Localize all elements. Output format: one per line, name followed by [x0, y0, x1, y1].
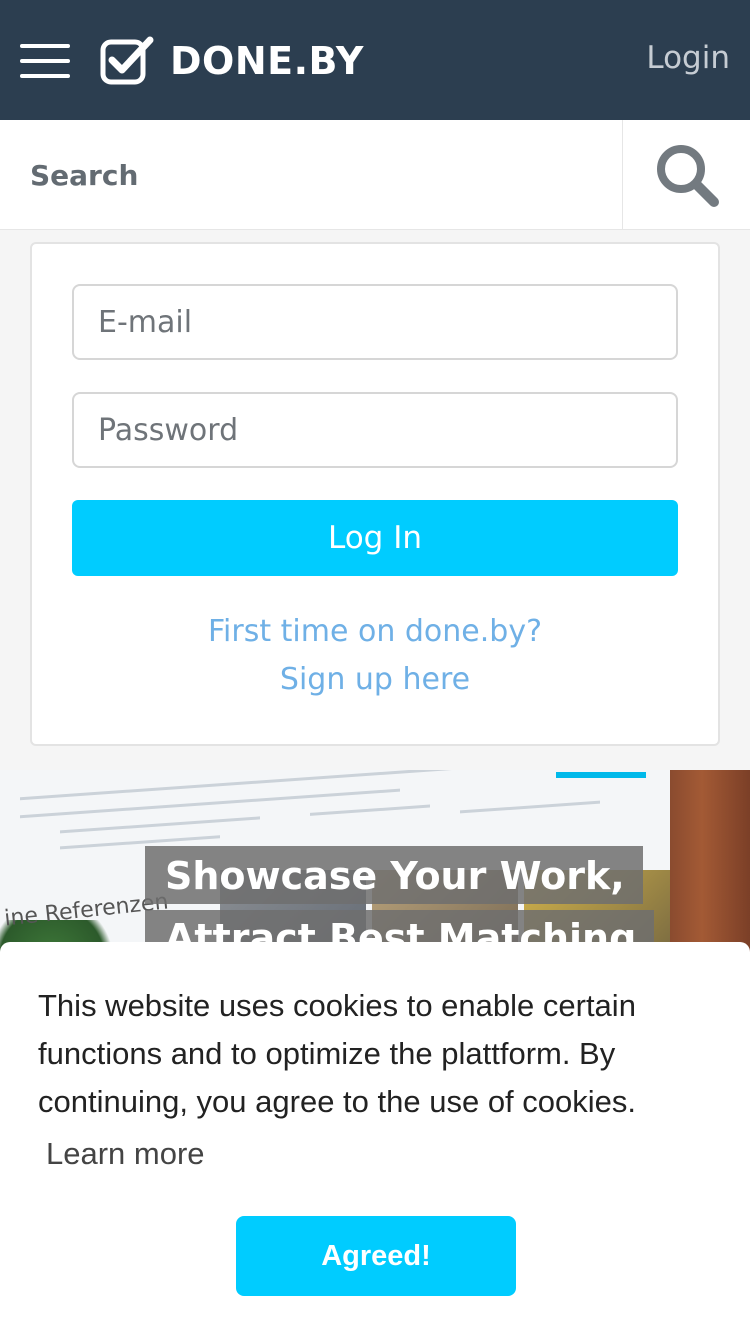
hero-accent-bar — [556, 772, 646, 778]
sign-up-link[interactable]: Sign up here — [32, 662, 718, 697]
top-navbar: DONE.BY Login — [0, 0, 750, 120]
brand-logo[interactable]: DONE.BY — [100, 36, 364, 86]
login-card: Log In First time on done.by? Sign up he… — [30, 242, 720, 746]
search-icon — [656, 145, 719, 207]
password-field[interactable] — [72, 392, 678, 468]
log-in-button[interactable]: Log In — [72, 500, 678, 576]
hamburger-menu-icon[interactable] — [20, 44, 70, 78]
login-link[interactable]: Login — [646, 40, 730, 76]
search-bar — [0, 120, 750, 230]
cookie-message: This website uses cookies to enable cert… — [38, 988, 637, 1119]
checkbox-check-icon — [100, 36, 154, 85]
learn-more-link[interactable]: Learn more — [46, 1136, 205, 1172]
email-field[interactable] — [72, 284, 678, 360]
cookie-banner: This website uses cookies to enable cert… — [0, 942, 750, 1334]
first-time-link[interactable]: First time on done.by? — [32, 614, 718, 649]
hero-headline-line1: Showcase Your Work, — [145, 846, 643, 904]
brand-name: DONE.BY — [170, 39, 364, 83]
agree-button[interactable]: Agreed! — [236, 1216, 516, 1296]
search-input[interactable] — [0, 120, 622, 230]
search-button[interactable] — [622, 120, 750, 230]
